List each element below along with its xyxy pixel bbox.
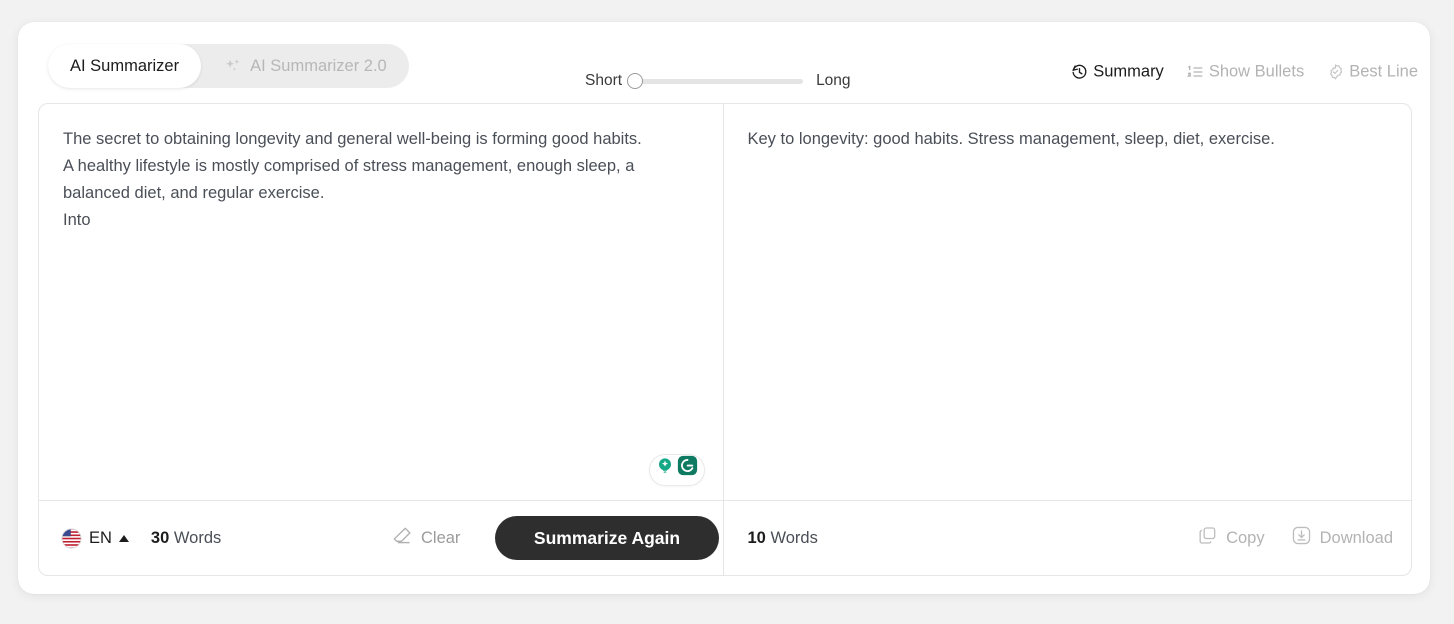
output-word-count-number: 10 [747, 528, 766, 547]
app-page: AI Summarizer AI Summarizer 2.0 Short Lo… [0, 0, 1454, 624]
output-side: Key to longevity: good habits. Stress ma… [723, 104, 1412, 575]
tab-ai-summarizer-2-label: AI Summarizer 2.0 [250, 56, 387, 75]
clear-button[interactable]: Clear [391, 525, 460, 552]
copy-button-label: Copy [1226, 528, 1265, 547]
summarize-again-button[interactable]: Summarize Again [495, 516, 719, 560]
slider-max-label: Long [816, 72, 851, 89]
summarizer-card: AI Summarizer AI Summarizer 2.0 Short Lo… [18, 22, 1430, 594]
input-word-count-label: Words [173, 528, 222, 547]
input-word-count-number: 30 [150, 528, 170, 547]
mode-tab-group: AI Summarizer AI Summarizer 2.0 [48, 44, 409, 88]
output-actions: Copy Download [1197, 525, 1393, 551]
source-text-area[interactable]: The secret to obtaining longevity and ge… [39, 104, 723, 500]
download-button-label: Download [1319, 528, 1393, 547]
slider-min-label: Short [585, 72, 623, 89]
toolbar-action-show-bullets[interactable]: Show Bullets [1186, 63, 1304, 82]
check-badge-icon [1326, 63, 1345, 82]
lightbulb-icon [655, 456, 675, 485]
clear-button-label: Clear [421, 528, 461, 547]
copy-icon [1197, 525, 1218, 551]
copy-button[interactable]: Copy [1197, 525, 1265, 551]
output-footer: 10 Words Copy Download [723, 500, 1411, 575]
source-text-line: The secret to obtaining longevity and ge… [63, 130, 642, 148]
source-text-line: Into [63, 211, 91, 229]
language-selector[interactable]: EN [61, 527, 129, 549]
input-footer: EN 30 Words Clear Summarize Again [39, 500, 723, 575]
writing-assistant-badge[interactable] [648, 454, 705, 486]
toolbar-action-best-line-label: Best Line [1349, 62, 1418, 81]
output-word-count: 10 Words [748, 529, 818, 548]
tab-ai-summarizer-2[interactable]: AI Summarizer 2.0 [201, 44, 409, 88]
slider-thumb[interactable] [627, 73, 644, 89]
grammarly-g-icon [677, 455, 698, 485]
sparkles-icon [223, 57, 242, 76]
us-flag-icon [61, 527, 82, 549]
language-code: EN [89, 528, 112, 547]
input-side: The secret to obtaining longevity and ge… [39, 104, 724, 575]
length-slider[interactable]: Short Long [585, 72, 851, 90]
toolbar-action-summary[interactable]: Summary [1070, 63, 1164, 82]
summary-output-text: Key to longevity: good habits. Stress ma… [747, 130, 1275, 148]
toolbar-action-show-bullets-label: Show Bullets [1208, 62, 1305, 81]
download-icon [1291, 525, 1312, 551]
history-arrow-icon [1070, 63, 1089, 82]
top-toolbar: AI Summarizer AI Summarizer 2.0 Short Lo… [18, 22, 1430, 103]
slider-track[interactable] [627, 73, 804, 89]
toolbar-action-best-line[interactable]: Best Line [1326, 63, 1418, 82]
eraser-icon [391, 525, 413, 552]
input-word-count: 30 Words [151, 529, 221, 548]
source-text-line: A healthy lifestyle is mostly comprised … [63, 157, 635, 202]
tab-ai-summarizer-label: AI Summarizer [70, 56, 180, 75]
summary-output-area[interactable]: Key to longevity: good habits. Stress ma… [724, 104, 1412, 500]
toolbar-action-summary-label: Summary [1093, 62, 1164, 81]
numbered-list-icon [1186, 63, 1205, 82]
download-button[interactable]: Download [1291, 525, 1393, 551]
toolbar-actions: Summary Show Bullets Best Line [1070, 63, 1418, 82]
chevron-up-icon [118, 534, 129, 542]
tab-ai-summarizer[interactable]: AI Summarizer [48, 44, 202, 88]
output-word-count-label: Words [770, 528, 818, 547]
summarizer-panel: The secret to obtaining longevity and ge… [38, 103, 1412, 576]
